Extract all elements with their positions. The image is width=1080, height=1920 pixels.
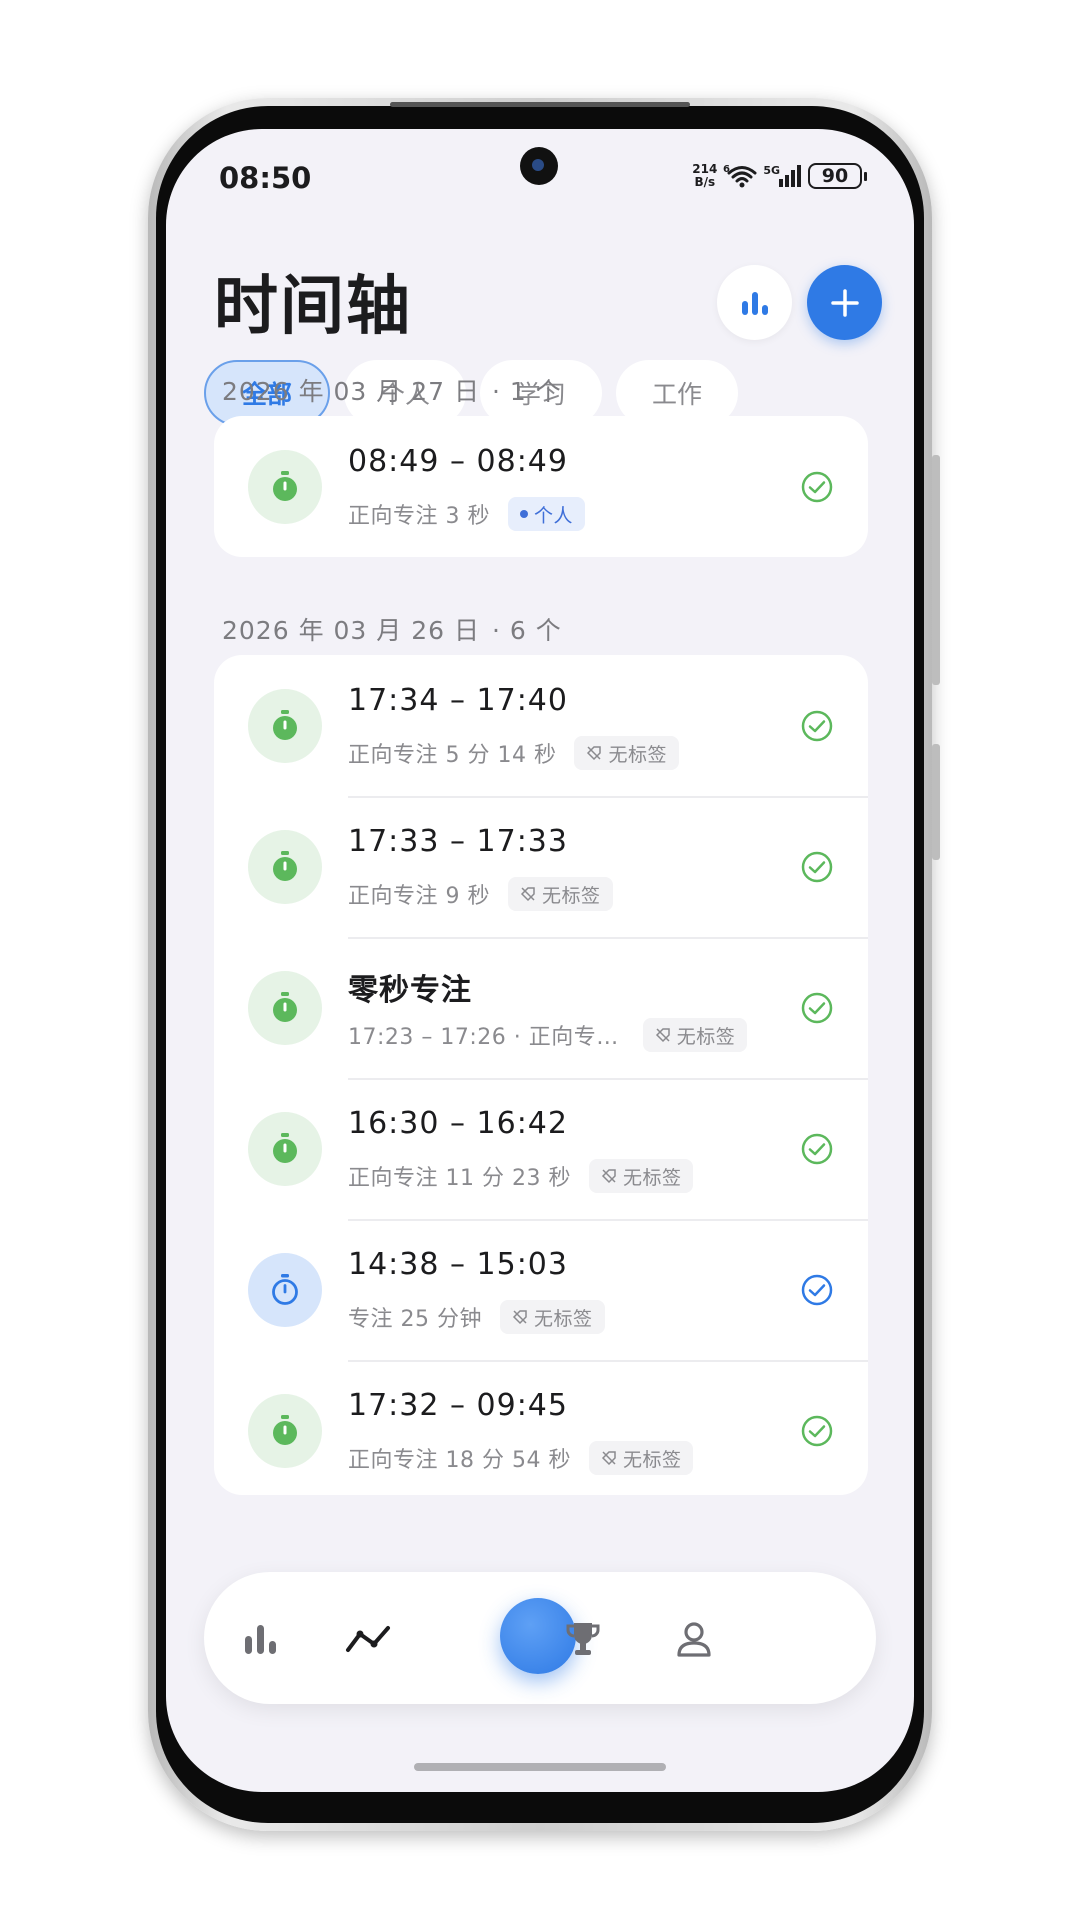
section-count: · 6 个 <box>491 616 562 645</box>
status-icons: 214 B/s 6 5G 90 <box>692 163 867 189</box>
session-subtitle: 正向专注 9 秒 无标签 <box>348 877 613 911</box>
app-screen: 08:50 214 B/s 6 5G 90 时间轴 全部 个人 学习 工作 20… <box>166 129 914 1792</box>
no-tag-icon <box>601 1451 616 1466</box>
bar-chart-icon <box>245 1625 276 1654</box>
session-subtitle: 正向专注 3 秒 个人 <box>348 497 585 531</box>
session-subtitle: 正向专注 18 分 54 秒 无标签 <box>348 1441 694 1475</box>
trophy-icon <box>566 1623 600 1655</box>
session-card: 17:34 – 17:40 正向专注 5 分 14 秒 无标签 17:33 – … <box>214 655 868 1495</box>
bottom-navigation <box>204 1572 876 1704</box>
tag-badge: 无标签 <box>499 1300 605 1334</box>
session-duration: 正向专注 5 分 14 秒 <box>348 743 557 768</box>
no-tag-icon <box>587 746 602 761</box>
no-tag-icon <box>601 1169 616 1184</box>
no-tag-icon <box>520 887 535 902</box>
volume-button <box>932 455 940 685</box>
plus-icon <box>830 288 859 317</box>
stopwatch-icon <box>248 689 322 763</box>
power-button <box>932 744 940 860</box>
tag-badge: 无标签 <box>588 1441 694 1475</box>
session-duration: 正向专注 9 秒 <box>348 884 490 909</box>
statistics-button[interactable] <box>717 265 792 340</box>
net-speed-unit: B/s <box>694 175 716 189</box>
nav-timeline[interactable] <box>341 1612 395 1666</box>
session-subtitle: 正向专注 11 分 23 秒 无标签 <box>348 1159 694 1193</box>
session-time-range: 16:30 – 16:42 <box>348 1106 568 1141</box>
tag-badge: 无标签 <box>507 877 613 911</box>
stopwatch-icon <box>248 830 322 904</box>
check-circle-icon <box>801 1274 833 1306</box>
nav-achievements[interactable] <box>556 1612 610 1666</box>
session-card: 08:49 – 08:49 正向专注 3 秒 个人 <box>214 416 868 557</box>
check-circle-icon <box>801 851 833 883</box>
tag-label: 无标签 <box>541 884 601 907</box>
session-time-range: 08:49 – 08:49 <box>348 444 568 479</box>
tag-label: 无标签 <box>676 1025 736 1048</box>
speaker-slot <box>390 102 690 107</box>
session-row[interactable]: 17:33 – 17:33 正向专注 9 秒 无标签 <box>214 796 868 937</box>
tag-label: 无标签 <box>608 743 667 766</box>
cellular-signal-icon: 5G <box>763 164 802 188</box>
page-title: 时间轴 <box>214 270 412 344</box>
tag-badge: 无标签 <box>588 1159 694 1193</box>
section-date: 2026 年 03 月 26 日 <box>222 616 480 645</box>
tag-label: 无标签 <box>622 1166 682 1189</box>
front-camera <box>520 147 558 185</box>
session-duration: 正向专注 18 分 54 秒 <box>348 1448 571 1473</box>
wifi-icon: 6 <box>723 163 757 189</box>
section-date-header: 2026 年 03 月 26 日 · 6 个 <box>222 611 562 647</box>
session-row[interactable]: 零秒专注 17:23 – 17:26 · 正向专… 无标签 <box>214 937 868 1078</box>
session-duration: 17:23 – 17:26 · 正向专… <box>348 1025 619 1050</box>
stopwatch-icon <box>248 1112 322 1186</box>
no-tag-icon <box>655 1028 670 1043</box>
session-duration: 正向专注 11 分 23 秒 <box>348 1166 571 1191</box>
bar-chart-icon <box>741 291 768 315</box>
battery-indicator: 90 <box>808 163 867 189</box>
session-row[interactable]: 16:30 – 16:42 正向专注 11 分 23 秒 无标签 <box>214 1078 868 1219</box>
section-date-header: 2026 年 03 月 27 日 · 1 个 <box>222 372 562 408</box>
tag-badge: 无标签 <box>574 736 679 770</box>
nav-statistics[interactable] <box>234 1612 288 1666</box>
net-speed: 214 B/s <box>692 163 717 189</box>
session-row[interactable]: 14:38 – 15:03 专注 25 分钟 无标签 <box>214 1219 868 1360</box>
session-title: 零秒专注 <box>348 973 472 1008</box>
session-time-range: 17:34 – 17:40 <box>348 683 568 718</box>
nav-profile[interactable] <box>667 1612 721 1666</box>
add-record-button[interactable] <box>807 265 882 340</box>
session-duration: 专注 25 分钟 <box>348 1307 482 1332</box>
status-time: 08:50 <box>219 161 312 195</box>
session-row[interactable]: 17:34 – 17:40 正向专注 5 分 14 秒 无标签 <box>214 655 868 796</box>
session-subtitle: 正向专注 5 分 14 秒 无标签 <box>348 736 679 770</box>
section-date: 2026 年 03 月 27 日 <box>222 377 480 406</box>
timeline-icon <box>346 1626 390 1652</box>
stopwatch-icon <box>248 971 322 1045</box>
check-circle-icon <box>801 1415 833 1447</box>
tag-badge: 个人 <box>507 497 585 531</box>
session-row[interactable]: 08:49 – 08:49 正向专注 3 秒 个人 <box>214 416 868 557</box>
tag-label: 个人 <box>533 504 573 527</box>
session-time-range: 14:38 – 15:03 <box>348 1247 568 1282</box>
check-circle-icon <box>801 992 833 1024</box>
session-time-range: 17:33 – 17:33 <box>348 824 568 859</box>
tag-dot-icon <box>519 510 528 518</box>
check-circle-icon <box>801 1133 833 1165</box>
session-duration: 正向专注 3 秒 <box>348 504 490 529</box>
session-subtitle: 17:23 – 17:26 · 正向专… 无标签 <box>348 1018 748 1052</box>
stopwatch-icon <box>248 450 322 524</box>
check-circle-icon <box>801 710 833 742</box>
session-time-range: 17:32 – 09:45 <box>348 1388 568 1423</box>
tag-label: 无标签 <box>533 1307 593 1330</box>
tag-badge: 无标签 <box>642 1018 748 1052</box>
check-circle-icon <box>801 471 833 503</box>
no-tag-icon <box>512 1310 527 1325</box>
section-count: · 1 个 <box>491 377 562 406</box>
session-row[interactable]: 17:32 – 09:45 正向专注 18 分 54 秒 无标签 <box>214 1360 868 1495</box>
tag-label: 无标签 <box>622 1448 682 1471</box>
stopwatch-icon <box>248 1394 322 1468</box>
session-subtitle: 专注 25 分钟 无标签 <box>348 1300 605 1334</box>
timer-icon <box>248 1253 322 1327</box>
home-indicator <box>414 1763 666 1771</box>
profile-icon <box>677 1622 711 1657</box>
